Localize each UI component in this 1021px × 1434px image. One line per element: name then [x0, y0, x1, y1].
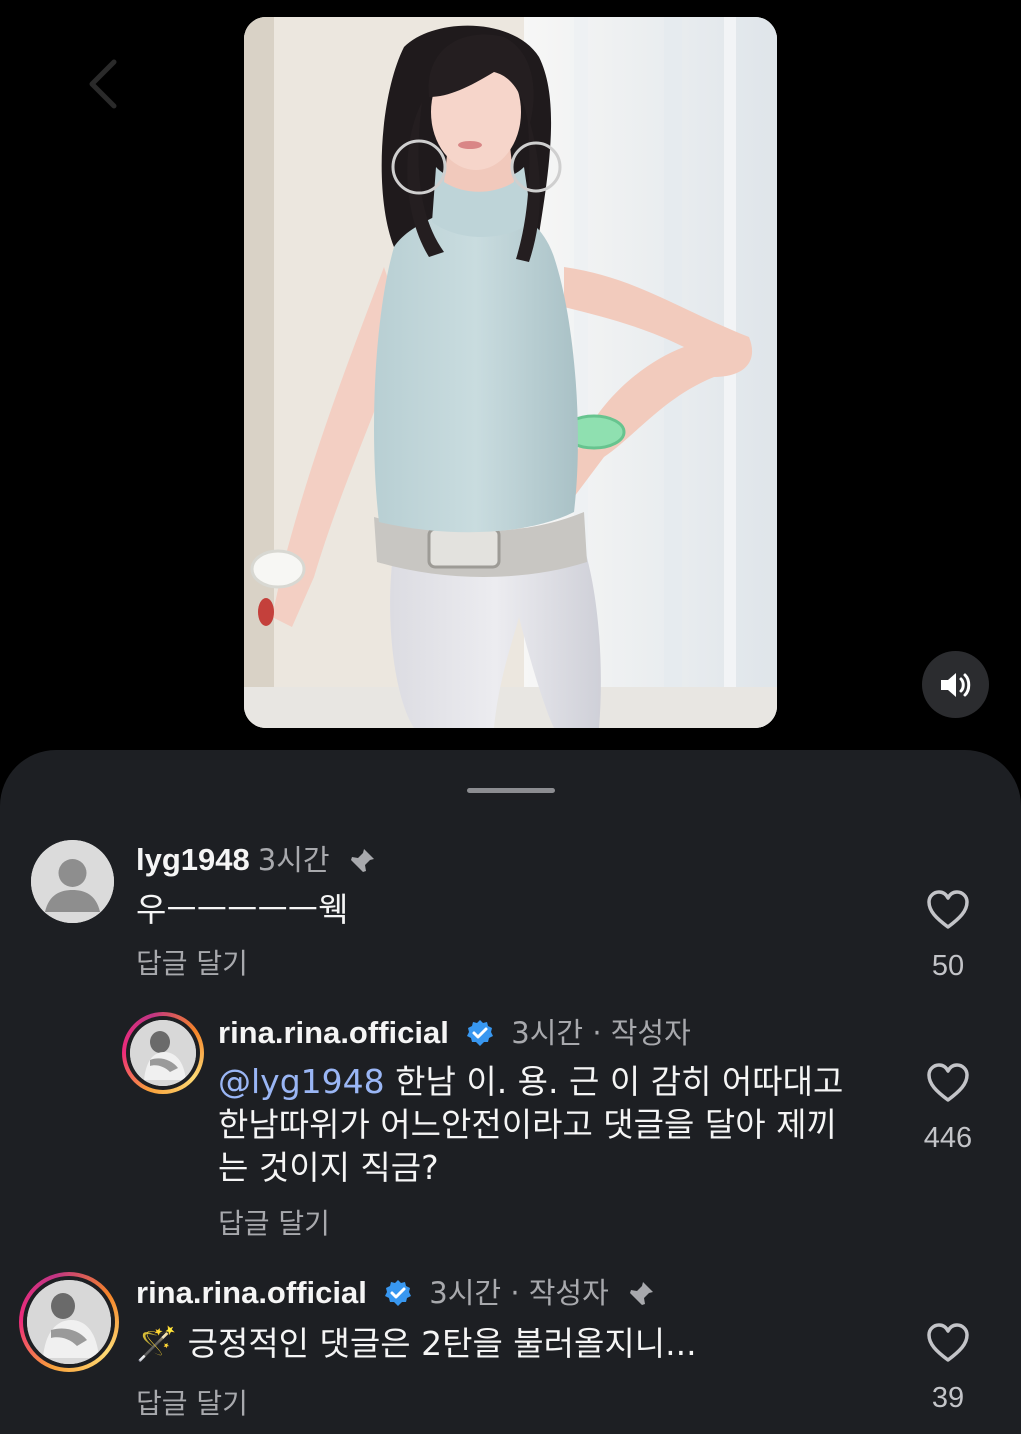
comment-text: 🪄 긍정적인 댓글은 2탄을 불러올지니... [136, 1322, 697, 1365]
avatar[interactable] [19, 1272, 119, 1372]
speaker-icon [940, 672, 970, 697]
pin-icon [630, 1282, 654, 1305]
comment-item: rina.rina.official 3시간 · 작성자 🪄 긍정적인 댓글은 … [0, 750, 1021, 1434]
audio-toggle-button[interactable] [922, 651, 989, 718]
heart-icon [927, 1323, 969, 1362]
comment-text-body: 긍정적인 댓글은 2탄을 불러올지니... [187, 1324, 697, 1363]
like-button[interactable] [913, 1323, 983, 1367]
reels-screen: lyg1948 3시간 우ㅡㅡㅡㅡㅡ웩 답글 달기 50 rina.rina.o… [0, 0, 1021, 1434]
author-tag: · 작성자 [510, 1276, 609, 1310]
comments-sheet: lyg1948 3시간 우ㅡㅡㅡㅡㅡ웩 답글 달기 50 rina.rina.o… [0, 750, 1021, 1434]
chevron-left-icon [89, 59, 117, 109]
verified-badge-icon [385, 1280, 412, 1306]
comment-meta: rina.rina.official 3시간 · 작성자 [136, 1275, 656, 1311]
profile-photo [27, 1280, 111, 1364]
like-count: 39 [931, 1382, 965, 1414]
reply-button[interactable]: 답글 달기 [136, 1382, 248, 1422]
magic-wand-icon: 🪄 [136, 1324, 178, 1363]
comment-username[interactable]: rina.rina.official [136, 1275, 367, 1310]
video-thumbnail [244, 17, 777, 728]
back-button[interactable] [84, 58, 124, 110]
comment-time: 3시간 [429, 1276, 502, 1310]
reel-video[interactable] [244, 17, 777, 728]
